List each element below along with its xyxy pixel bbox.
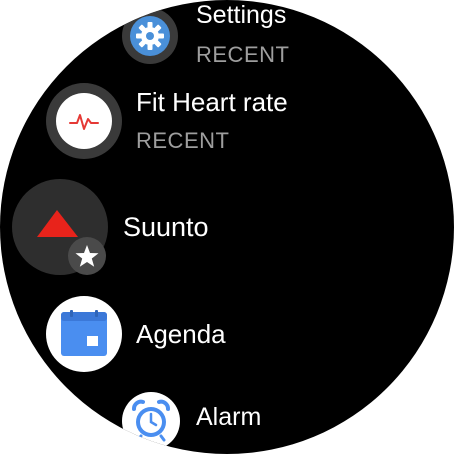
heart-rate-icon: [56, 93, 112, 149]
app-label: Alarm: [196, 403, 262, 431]
app-label: Agenda: [136, 319, 226, 349]
star-icon: [75, 245, 99, 267]
gear-icon: [130, 16, 170, 56]
app-label: Settings: [196, 1, 287, 29]
agenda-app-icon: [46, 296, 122, 372]
alarm-app-icon: [122, 392, 180, 450]
settings-app-icon: [122, 8, 178, 64]
alarm-clock-icon: [132, 399, 170, 442]
app-subtitle: RECENT: [136, 128, 230, 153]
fit-heart-rate-app-icon: [46, 83, 122, 159]
app-label: Suunto: [123, 212, 209, 242]
app-label: Fit Heart rate: [136, 87, 288, 117]
app-launcher-list: Settings RECENT Fit Heart rate RECENT Su…: [0, 0, 454, 454]
calendar-icon: [61, 310, 107, 356]
favorite-badge: [68, 237, 106, 275]
app-subtitle: RECENT: [196, 42, 290, 67]
